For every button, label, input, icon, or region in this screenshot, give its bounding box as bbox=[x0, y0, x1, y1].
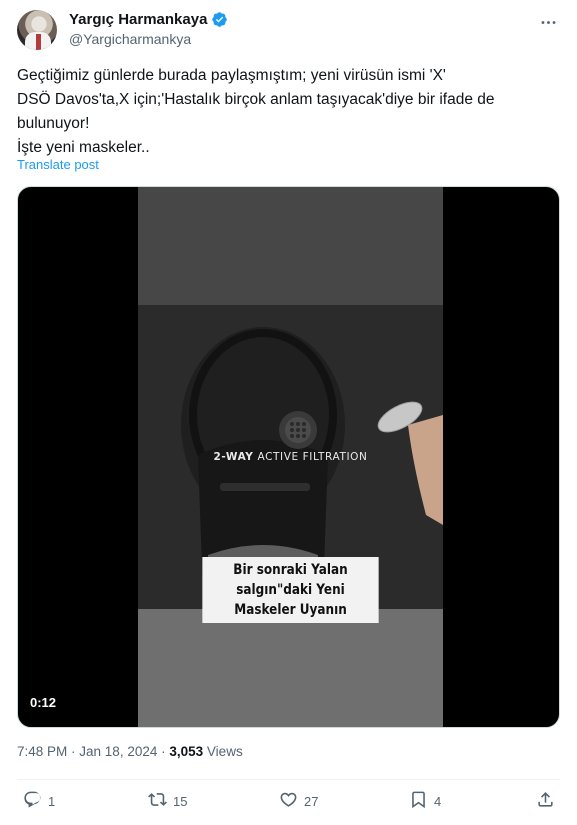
translate-post-link[interactable]: Translate post bbox=[17, 157, 99, 172]
like-count: 27 bbox=[304, 793, 319, 809]
reply-button[interactable]: 1 bbox=[23, 788, 55, 814]
tweet-meta: 7:48 PM · Jan 18, 2024 · 3,053 Views bbox=[17, 744, 243, 759]
tweet-date[interactable]: Jan 18, 2024 bbox=[79, 744, 157, 759]
tweet-text-line: DSÖ Davos'ta,X için;'Hastalık birçok anl… bbox=[17, 91, 495, 108]
bookmark-button[interactable]: 4 bbox=[409, 788, 441, 814]
like-button[interactable]: 27 bbox=[279, 788, 318, 814]
reply-count: 1 bbox=[48, 793, 56, 809]
video-frame: 2-WAY ACTIVE FILTRATION Bir sonraki Yala… bbox=[138, 187, 443, 727]
tweet-time[interactable]: 7:48 PM bbox=[17, 744, 67, 759]
video-player[interactable]: 2-WAY ACTIVE FILTRATION Bir sonraki Yala… bbox=[17, 186, 560, 728]
tweet-text-line: bulunuyor! bbox=[17, 115, 90, 132]
author-name-row[interactable]: Yargıç Harmankaya bbox=[69, 11, 228, 28]
tweet-text: Geçtiğimiz günlerde burada paylaşmıştım;… bbox=[17, 64, 557, 160]
action-bar: 1 15 27 4 bbox=[17, 788, 560, 814]
tweet-text-line: Geçtiğimiz günlerde burada paylaşmıştım;… bbox=[17, 67, 446, 84]
divider bbox=[17, 779, 560, 780]
views-label: Views bbox=[206, 744, 243, 759]
views-count: 3,053 bbox=[169, 744, 204, 759]
video-duration: 0:12 bbox=[30, 695, 57, 710]
meta-separator: · bbox=[157, 744, 170, 759]
reply-icon bbox=[23, 790, 42, 812]
overlay-bold-text: 2-WAY bbox=[213, 451, 254, 463]
verified-icon bbox=[211, 11, 228, 28]
tweet-header: Yargıç Harmankaya @Yargicharmankya bbox=[17, 10, 560, 52]
share-button[interactable] bbox=[536, 788, 555, 814]
like-icon bbox=[279, 790, 298, 812]
avatar[interactable] bbox=[17, 10, 57, 50]
share-icon bbox=[536, 790, 555, 812]
tweet-card: Yargıç Harmankaya @Yargicharmankya Geçti… bbox=[0, 0, 577, 825]
video-overlay-title: 2-WAY ACTIVE FILTRATION bbox=[138, 451, 443, 463]
caption-line: Bir sonraki Yalan salgın"daki Yeni bbox=[233, 562, 348, 598]
bookmark-count: 4 bbox=[434, 793, 442, 809]
video-caption: Bir sonraki Yalan salgın"daki Yeni Maske… bbox=[202, 557, 379, 623]
repost-button[interactable]: 15 bbox=[148, 788, 187, 814]
caption-line: Maskeler Uyanın bbox=[234, 602, 347, 618]
repost-count: 15 bbox=[173, 793, 188, 809]
more-icon[interactable] bbox=[538, 12, 558, 32]
repost-icon bbox=[148, 790, 167, 812]
meta-separator: · bbox=[67, 744, 80, 759]
overlay-rest-text: ACTIVE FILTRATION bbox=[257, 451, 368, 463]
bookmark-icon bbox=[409, 790, 428, 812]
author-display-name[interactable]: Yargıç Harmankaya bbox=[69, 11, 207, 28]
author-handle[interactable]: @Yargicharmankya bbox=[69, 31, 191, 47]
